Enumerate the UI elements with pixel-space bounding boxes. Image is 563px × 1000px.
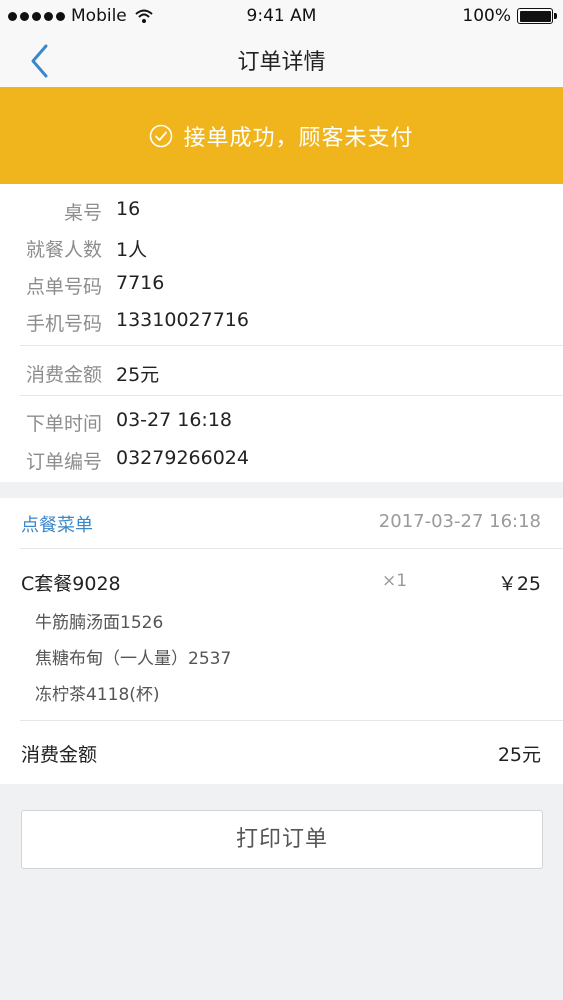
info-label: 就餐人数 [25,239,102,261]
info-label: 桌号 [63,202,102,224]
info-value: 03279266024 [116,447,249,469]
info-label: 下单时间 [25,413,102,435]
divider [20,548,563,549]
divider [20,345,563,346]
banner-text: 接单成功，顾客未支付 [183,125,414,151]
info-row-order-number: 点单号码 7716 [0,265,563,301]
menu-timestamp: 2017-03-27 16:18 [378,511,541,532]
info-value: 7716 [116,272,165,294]
total-value: 25元 [497,744,541,766]
info-label: 手机号码 [25,313,102,335]
info-row-table: 桌号 16 [0,191,563,227]
info-value[interactable]: 13310027716 [116,309,249,331]
menu-item-quantity: ×1 [382,571,408,591]
battery-icon [517,8,557,24]
info-value: 25元 [116,364,160,386]
info-label: 点单号码 [25,276,102,298]
info-value: 1人 [116,239,148,261]
menu-header: 点餐菜单 2017-03-27 16:18 [0,498,563,548]
info-label: 消费金额 [25,364,102,386]
info-row-amount: 消费金额 25元 [0,353,563,389]
order-status-banner: 接单成功，顾客未支付 [0,87,563,184]
total-label: 消费金额 [21,744,98,766]
status-bar: Mobile 9:41 AM 100% [0,0,563,34]
menu-sub-item: 冻柠茶4118(杯) [35,685,160,705]
page-title: 订单详情 [237,50,326,75]
info-row-order-id: 订单编号 03279266024 [0,440,563,476]
info-row-order-time: 下单时间 03-27 16:18 [0,402,563,438]
menu-sub-item: 牛筋腩汤面1526 [35,613,164,633]
divider [20,395,563,396]
info-value: 16 [116,198,141,220]
order-menu-card: 点餐菜单 2017-03-27 16:18 C套餐9028 ×1 ￥25 牛筋腩… [0,498,563,784]
info-row-guests: 就餐人数 1人 [0,228,563,264]
status-right: 100% [462,6,557,26]
divider [20,720,563,721]
info-label: 订单编号 [25,451,102,473]
order-info-card: 桌号 16 就餐人数 1人 点单号码 7716 手机号码 13310027716… [0,184,563,482]
menu-title: 点餐菜单 [21,515,93,536]
check-circle-icon [150,124,173,147]
nav-bar: 订单详情 [0,34,563,87]
battery-percent: 100% [462,6,511,26]
print-order-button[interactable]: 打印订单 [21,810,543,869]
menu-item-price: ￥25 [497,573,541,595]
menu-sub-item: 焦糖布甸（一人量）2537 [35,649,232,669]
info-value: 03-27 16:18 [116,409,233,431]
menu-item-name: C套餐9028 [21,573,121,595]
info-row-phone: 手机号码 13310027716 [0,302,563,338]
